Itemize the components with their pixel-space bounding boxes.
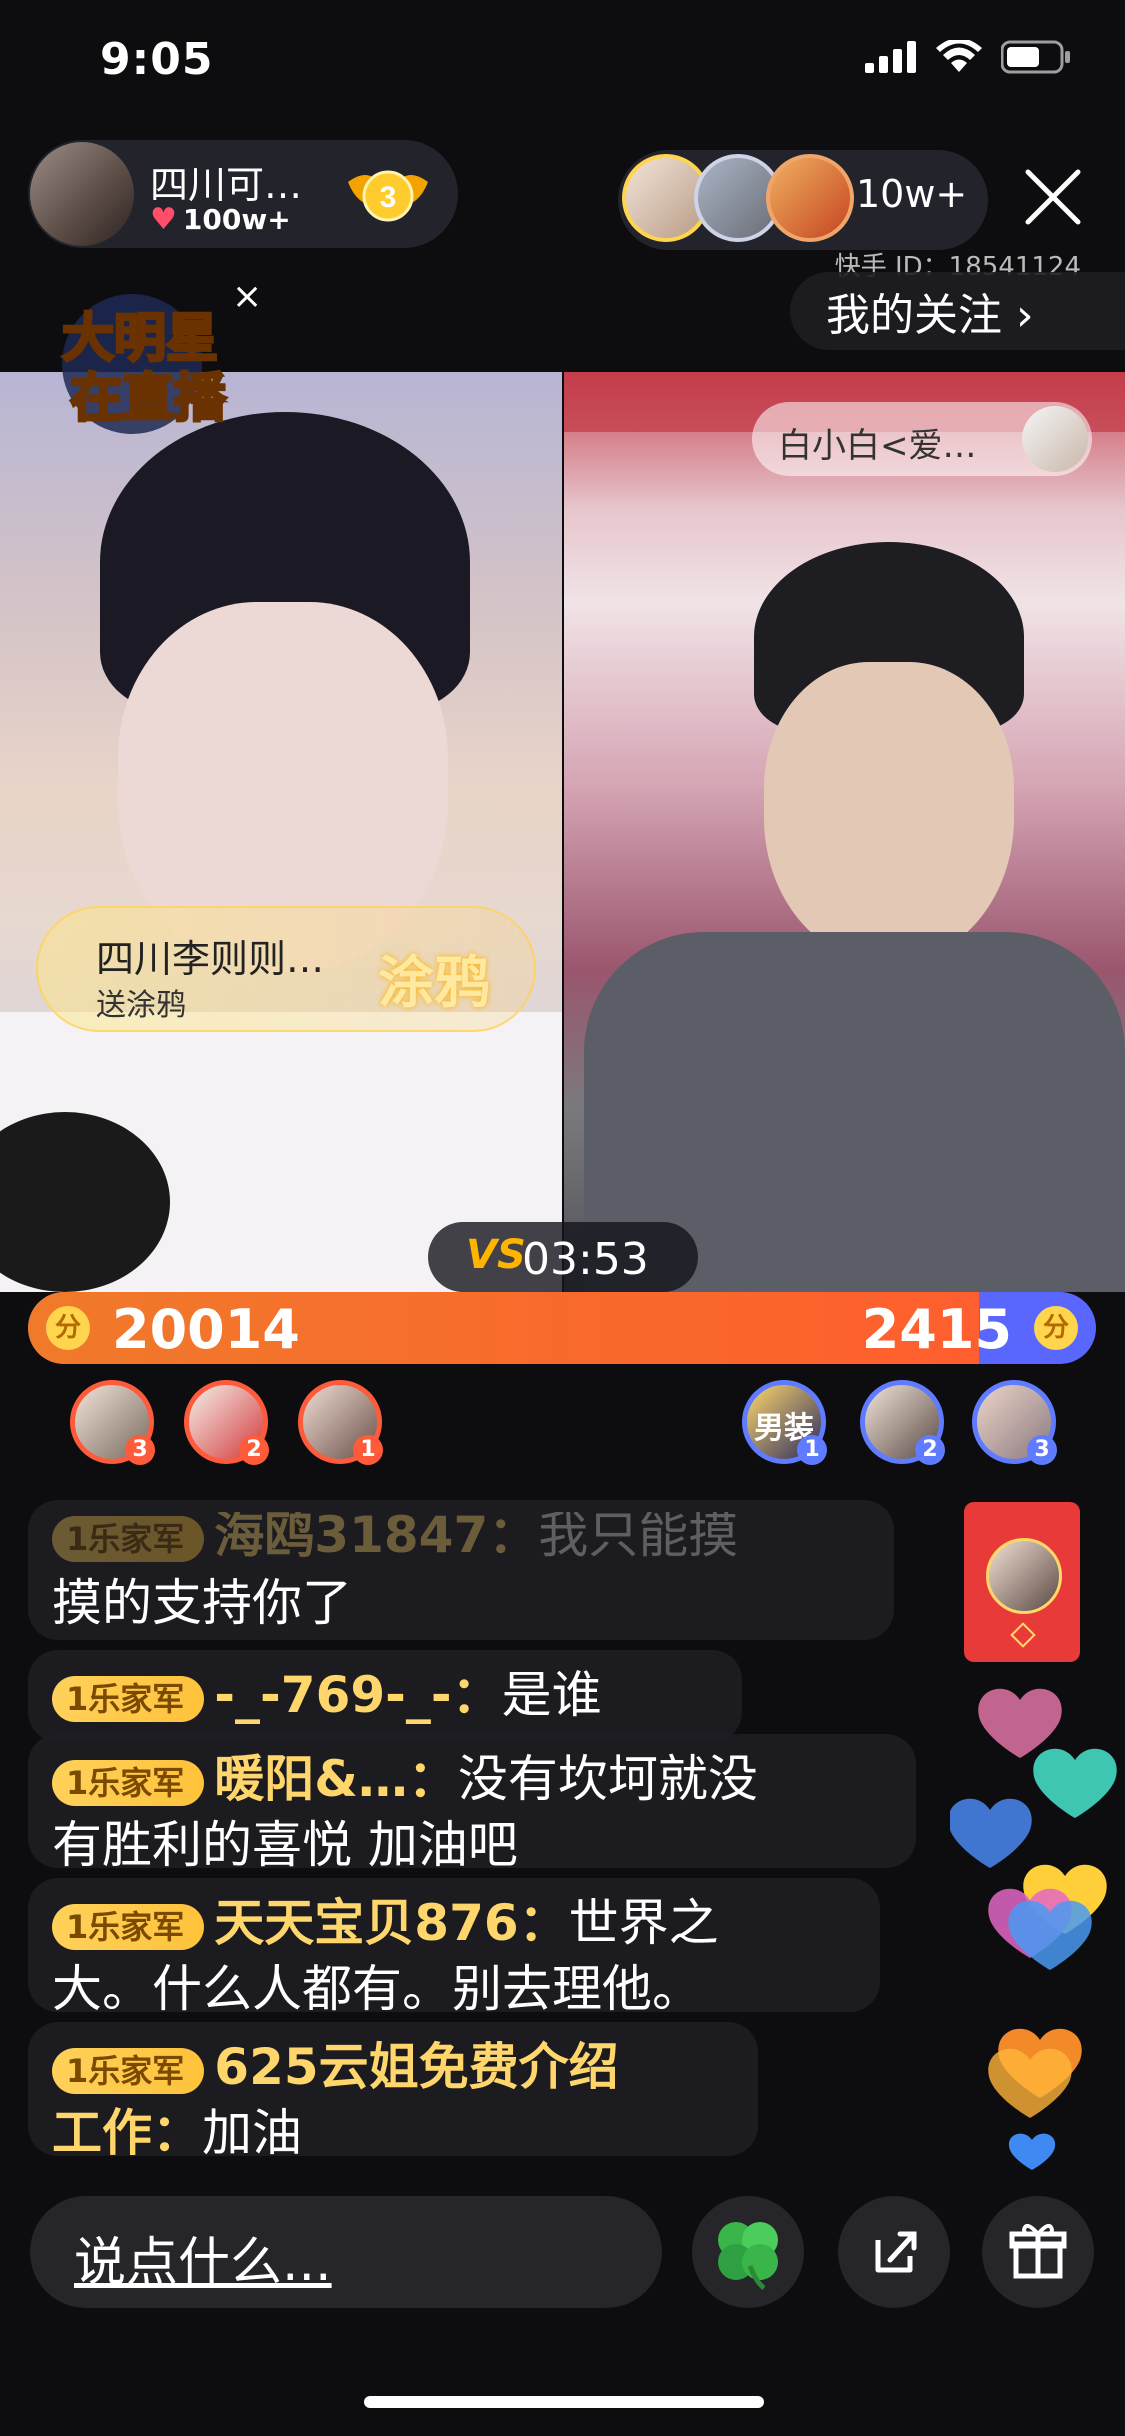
guest-name: 白小白<爱… [778,426,977,466]
comment-author: 天天宝贝876： [214,1894,569,1952]
badge-level: 3 [380,181,397,214]
guest-name-pill[interactable]: 白小白<爱… [752,402,1092,476]
level-badge: 1乐家军 [52,1515,205,1562]
close-icon[interactable] [1018,162,1088,232]
gift-icon [1009,2223,1067,2279]
my-follow-button[interactable]: 我的关注 › [790,272,1125,350]
gift-toast: 四川李则则… 送涂鸦 涂鸦 [36,906,536,1032]
vs-icon: VS [466,1232,526,1278]
comment-item[interactable]: 1乐家军 -_-769-_-：是谁 [28,1650,742,1742]
host-video[interactable] [0,372,562,1292]
host-avatar[interactable] [30,142,134,246]
comment-item[interactable]: 1乐家军 625云姐免费介绍 工作：加油 [28,2022,758,2162]
pk-score-bar: 分 20014 2415 分 [28,1292,1096,1364]
comment-author: 海鸥31847： [214,1512,539,1564]
comment-text: 世界之 [568,1894,719,1952]
status-icons [865,40,1071,74]
gift-action: 送涂鸦 [96,988,186,1023]
level-badge: 1乐家军 [52,2047,205,2094]
comment-text: 加油 [202,2104,302,2162]
supporter-rank: 2 [239,1435,269,1465]
heart-icon: ♥ [150,202,177,237]
level-badge: 1乐家军 [52,1675,205,1722]
host-likes: ♥ 100w+ [150,202,291,237]
comment-author: 625云姐免费介绍 [214,2038,619,2096]
comment-text: 没有坎坷就没 [457,1750,758,1808]
supporter-rank: 1 [353,1435,383,1465]
level-badge: 1乐家军 [52,1759,205,1806]
comment-item[interactable]: 1乐家军 海鸥31847：我只能摸 摸的支持你了 [28,1500,894,1640]
comment-input-placeholder: 说点什么... [74,2233,332,2293]
comment-text-continued: 大。什么人都有。别去理他。 [52,1960,702,2018]
clover-icon [718,2222,778,2290]
share-button[interactable] [838,2196,950,2308]
comment-author: -_-769-_-： [214,1666,502,1724]
guest-avatar[interactable] [1022,406,1088,472]
star-live-badge[interactable]: 大明星 在直播 [40,278,250,448]
gift-sender: 四川李则则… [96,937,325,981]
home-indicator[interactable] [364,2396,764,2408]
viewer-count: 10w+ [856,172,968,216]
comment-text: 摸的支持你了 [52,1574,352,1632]
gift-name: 涂鸦 [378,951,490,1016]
share-icon [875,2231,917,2273]
right-supporter-1[interactable]: 男装 1 [742,1380,827,1465]
star-badge-close-icon[interactable]: × [232,276,262,317]
wings-badge-icon[interactable]: 3 [338,162,438,226]
right-supporter-2[interactable]: 2 [860,1380,945,1465]
comment-input[interactable]: 说点什么... [30,2196,662,2308]
supporter-rank: 3 [125,1435,155,1465]
comment-item[interactable]: 1乐家军 天天宝贝876：世界之 大。什么人都有。别去理他。 [28,1878,880,2018]
left-supporter-2[interactable]: 2 [184,1380,269,1465]
supporter-rank: 1 [797,1435,827,1465]
pk-timer: VS 03:53 [428,1222,698,1292]
left-supporter-3[interactable]: 3 [70,1380,155,1465]
red-envelope-icon[interactable] [964,1502,1080,1662]
comment-text: 是谁 [501,1666,602,1724]
battery-icon [1001,40,1070,74]
comment-author-continued: 工作： [52,2104,202,2162]
supporter-rank: 2 [915,1435,945,1465]
right-supporter-3[interactable]: 3 [972,1380,1057,1465]
signal-icon [865,41,916,73]
gift-button[interactable] [982,2196,1094,2308]
coin-icon-right: 分 [1034,1306,1078,1350]
viewer-group[interactable]: 10w+ [618,150,988,250]
comment-text-continued: 有胜利的喜悦 加油吧 [52,1816,518,1874]
level-badge: 1乐家军 [52,1903,205,1950]
host-info-pill[interactable]: 四川可… ♥ 100w+ 3 [28,140,458,248]
pk-timer-text: 03:53 [522,1234,649,1285]
comment-author: 暖阳&…： [214,1750,458,1808]
floating-hearts [950,1688,1117,2170]
wifi-icon [936,40,982,72]
pk-right-score: 2415 [861,1298,1012,1361]
left-supporter-1[interactable]: 1 [298,1380,383,1465]
host-name: 四川可… [150,163,303,207]
clover-button[interactable] [692,2196,804,2308]
status-time: 9:05 [100,34,214,85]
host-likes-count: 100w+ [182,203,291,236]
guest-video[interactable] [564,372,1125,1292]
svg-text:大明星: 大明星 [62,309,218,369]
supporter-rank: 3 [1027,1435,1057,1465]
pk-left-score: 20014 [112,1298,300,1361]
viewer-avatar-3[interactable] [766,154,854,242]
svg-text:在直播: 在直播 [70,369,227,429]
coin-icon-left: 分 [46,1306,90,1350]
comment-item[interactable]: 1乐家军 暖阳&…：没有坎坷就没 有胜利的喜悦 加油吧 [28,1734,916,1874]
